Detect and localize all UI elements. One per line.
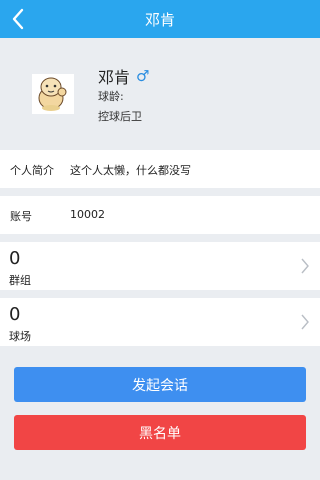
intro-value: 这个人太懒，什么都没写: [70, 164, 191, 177]
play-age-label: 球龄:: [98, 90, 124, 103]
intro-row: 个人简介 这个人太懒，什么都没写: [0, 150, 320, 188]
profile-header: 邓肯 ♂ 球龄: 控球后卫: [0, 38, 320, 146]
top-nav-bar: 邓肯: [0, 0, 320, 38]
player-position: 控球后卫: [98, 110, 142, 123]
start-chat-button[interactable]: 发起会话: [14, 367, 306, 402]
courts-count: 0: [9, 304, 21, 325]
back-button[interactable]: [6, 6, 30, 32]
groups-count: 0: [9, 248, 21, 269]
account-row: 账号 10002: [0, 196, 320, 234]
name-row: 邓肯 ♂: [98, 64, 149, 88]
courts-row[interactable]: 0 球场: [0, 298, 320, 346]
intro-label: 个人简介: [10, 164, 54, 177]
courts-label: 球场: [9, 330, 31, 343]
groups-label: 群组: [9, 274, 31, 287]
blacklist-button[interactable]: 黑名单: [14, 415, 306, 450]
chevron-right-icon: [301, 258, 309, 274]
page-title: 邓肯: [144, 10, 175, 29]
chevron-right-icon: [301, 314, 309, 330]
user-name: 邓肯: [98, 68, 131, 87]
account-value: 10002: [70, 208, 105, 221]
male-gender-icon: ♂: [136, 67, 150, 85]
back-arrow-icon: [12, 8, 24, 30]
avatar-cartoon-icon: [38, 77, 67, 111]
account-label: 账号: [10, 210, 32, 223]
groups-row[interactable]: 0 群组: [0, 242, 320, 290]
avatar[interactable]: [32, 74, 74, 114]
